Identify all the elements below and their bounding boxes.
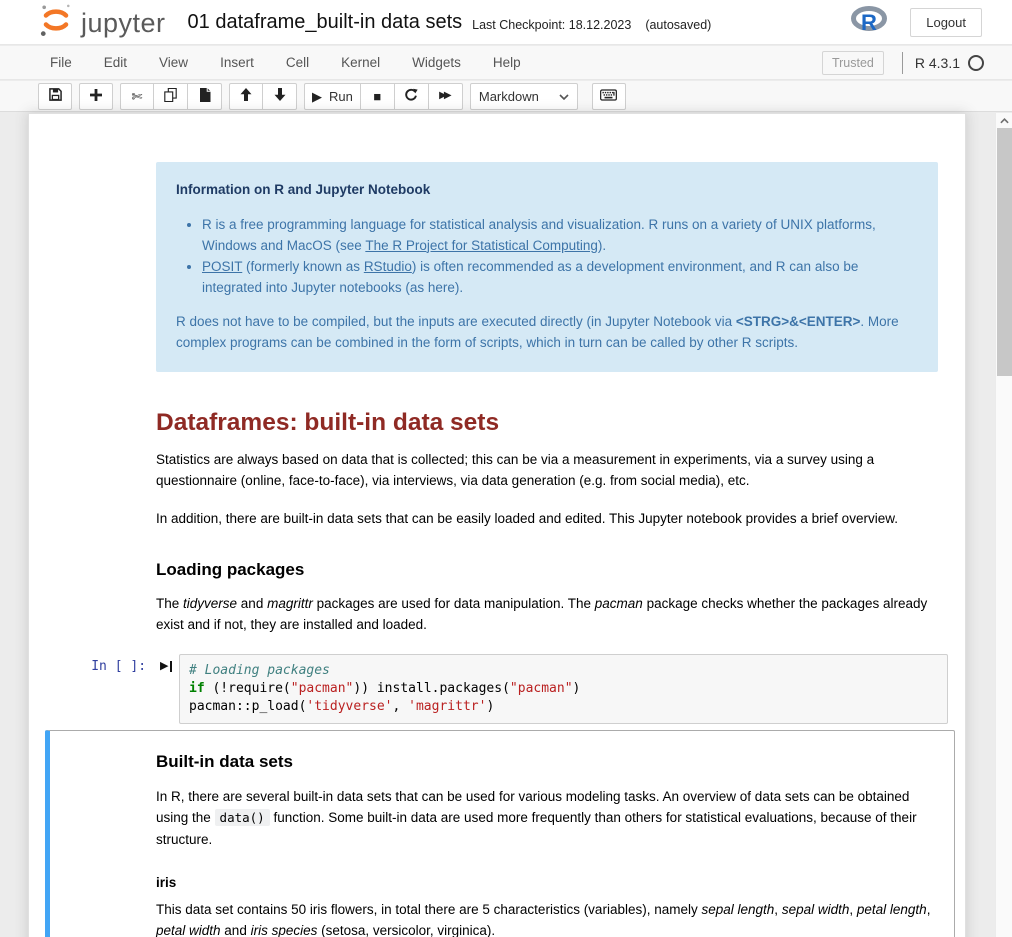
code-line-2: if (!require("pacman")) install.packages… bbox=[189, 680, 938, 698]
menu-item-insert[interactable]: Insert bbox=[204, 47, 270, 78]
copy-icon bbox=[164, 88, 177, 105]
cell-prompt: In [ ]: bbox=[91, 659, 146, 674]
chevron-down-icon bbox=[559, 87, 569, 105]
notebook-paper: Information on R and Jupyter Notebook R … bbox=[28, 113, 966, 937]
jupyter-notebook-app: jupyter 01 dataframe_built-in data sets … bbox=[0, 0, 1012, 937]
builtin-text-tail: function. Some built-in data are used mo… bbox=[156, 810, 917, 847]
paste-icon bbox=[199, 88, 211, 105]
keyboard-icon bbox=[600, 89, 617, 104]
add-cell-button[interactable] bbox=[79, 83, 113, 110]
code-cell: In [ ]: ▶ # Loading packages if (!requir… bbox=[29, 654, 965, 724]
trusted-badge[interactable]: Trusted bbox=[822, 51, 884, 75]
stop-icon: ■ bbox=[373, 90, 381, 103]
restart-run-all-button[interactable]: ▶▶ bbox=[429, 83, 463, 110]
link-posit[interactable]: POSIT bbox=[202, 259, 242, 274]
menubar-right: Trusted R 4.3.1 bbox=[822, 51, 984, 75]
menubar-separator bbox=[902, 52, 903, 74]
builtin-paragraph: In R, there are several built-in data se… bbox=[156, 786, 938, 851]
loading-text: The bbox=[156, 596, 183, 611]
jupyter-logo-icon bbox=[36, 0, 76, 45]
scrollbar-thumb[interactable] bbox=[997, 128, 1012, 376]
intro-paragraph-1: Statistics are always based on data that… bbox=[156, 449, 938, 491]
kernel-status-icon bbox=[968, 55, 984, 71]
save-icon bbox=[49, 88, 62, 104]
run-this-cell-icon[interactable]: ▶ bbox=[160, 661, 172, 672]
jupyter-logo[interactable]: jupyter bbox=[36, 0, 166, 45]
markdown-cell-selected[interactable]: Built-in data sets In R, there are sever… bbox=[45, 730, 955, 937]
notebook-title[interactable]: 01 dataframe_built-in data sets bbox=[188, 11, 463, 34]
play-icon: ▶ bbox=[312, 90, 322, 103]
plus-icon bbox=[90, 89, 102, 104]
move-cell-up-button[interactable] bbox=[229, 83, 263, 110]
scissors-icon: ✄ bbox=[132, 90, 143, 103]
iris-paragraph: This data set contains 50 iris flowers, … bbox=[156, 899, 938, 937]
intro-paragraph-2: In addition, there are built-in data set… bbox=[156, 508, 938, 529]
autosave-status: (autosaved) bbox=[645, 18, 711, 32]
command-palette-button[interactable] bbox=[592, 83, 626, 110]
info-paragraph-text: R does not have to be compiled, but the … bbox=[176, 314, 736, 329]
menubar: File Edit View Insert Cell Kernel Widget… bbox=[0, 46, 1012, 80]
run-button-label: Run bbox=[329, 89, 353, 104]
menu-item-widgets[interactable]: Widgets bbox=[396, 47, 477, 78]
arrow-down-icon bbox=[274, 88, 286, 104]
toolbar: ✄ ▶ Run ■ ▶▶ Markdown bbox=[0, 81, 1012, 112]
info-bullet-1-tail: ). bbox=[598, 238, 606, 253]
page-title: Dataframes: built-in data sets bbox=[156, 412, 938, 433]
r-logo-icon: R bbox=[851, 6, 888, 39]
info-callout-title: Information on R and Jupyter Notebook bbox=[176, 179, 918, 200]
loading-packages-paragraph: The tidyverse and magrittr packages are … bbox=[156, 593, 938, 635]
loading-text: packages are used for data manipulation.… bbox=[313, 596, 595, 611]
link-rstudio[interactable]: RStudio bbox=[364, 259, 412, 274]
menu-item-view[interactable]: View bbox=[143, 47, 204, 78]
info-bullet-2: POSIT (formerly known as RStudio) is oft… bbox=[202, 257, 918, 298]
menu-item-cell[interactable]: Cell bbox=[270, 47, 325, 78]
menu-item-file[interactable]: File bbox=[34, 47, 88, 78]
loading-text: and bbox=[237, 596, 267, 611]
pkg-tidyverse: tidyverse bbox=[183, 596, 237, 611]
header-right: R Logout bbox=[851, 6, 982, 39]
svg-text:R: R bbox=[861, 10, 877, 34]
logout-button[interactable]: Logout bbox=[910, 8, 982, 37]
save-button[interactable] bbox=[38, 83, 72, 110]
link-r-project[interactable]: The R Project for Statistical Computing bbox=[365, 238, 598, 253]
code-editor[interactable]: # Loading packages if (!require("pacman"… bbox=[179, 654, 948, 724]
copy-button[interactable] bbox=[154, 83, 188, 110]
restart-icon bbox=[404, 88, 418, 105]
paste-button[interactable] bbox=[188, 83, 222, 110]
pkg-pacman: pacman bbox=[595, 596, 643, 611]
code-line-1: # Loading packages bbox=[189, 662, 938, 680]
info-paragraph: R does not have to be compiled, but the … bbox=[176, 312, 918, 353]
inline-code-data: data() bbox=[215, 809, 270, 826]
scroll-up-button[interactable] bbox=[996, 113, 1012, 128]
checkpoint-text: Last Checkpoint: 18.12.2023 bbox=[472, 18, 631, 32]
jupyter-logo-word: jupyter bbox=[81, 8, 166, 39]
menu-item-edit[interactable]: Edit bbox=[88, 47, 143, 78]
info-callout: Information on R and Jupyter Notebook R … bbox=[156, 162, 938, 372]
markdown-cell-intro[interactable]: Information on R and Jupyter Notebook R … bbox=[29, 162, 965, 635]
cut-button[interactable]: ✄ bbox=[120, 83, 154, 110]
iris-heading: iris bbox=[156, 872, 938, 894]
fast-forward-icon: ▶▶ bbox=[439, 91, 451, 101]
info-bullet-1: R is a free programming language for sta… bbox=[202, 215, 918, 256]
menu-item-kernel[interactable]: Kernel bbox=[325, 47, 396, 78]
move-cell-down-button[interactable] bbox=[263, 83, 297, 110]
run-button[interactable]: ▶ Run bbox=[304, 83, 361, 110]
scrollbar[interactable] bbox=[995, 113, 1012, 937]
menu-item-help[interactable]: Help bbox=[477, 47, 537, 78]
info-paragraph-shortcut: <STRG>&<ENTER> bbox=[736, 314, 861, 329]
pkg-magrittr: magrittr bbox=[267, 596, 313, 611]
kernel-name: R 4.3.1 bbox=[915, 55, 960, 71]
arrow-up-icon bbox=[240, 88, 252, 104]
cell-type-dropdown[interactable]: Markdown bbox=[470, 83, 578, 110]
info-bullet-2-text: (formerly known as bbox=[242, 259, 364, 274]
loading-packages-heading: Loading packages bbox=[156, 559, 938, 580]
restart-kernel-button[interactable] bbox=[395, 83, 429, 110]
interrupt-kernel-button[interactable]: ■ bbox=[361, 83, 395, 110]
header: jupyter 01 dataframe_built-in data sets … bbox=[0, 0, 1012, 45]
cell-type-value: Markdown bbox=[479, 89, 559, 104]
prompt-column: In [ ]: ▶ bbox=[29, 654, 179, 674]
code-line-3: pacman::p_load('tidyverse', 'magrittr') bbox=[189, 698, 938, 716]
builtin-heading: Built-in data sets bbox=[156, 751, 938, 773]
info-bullet-list: R is a free programming language for sta… bbox=[176, 215, 918, 298]
